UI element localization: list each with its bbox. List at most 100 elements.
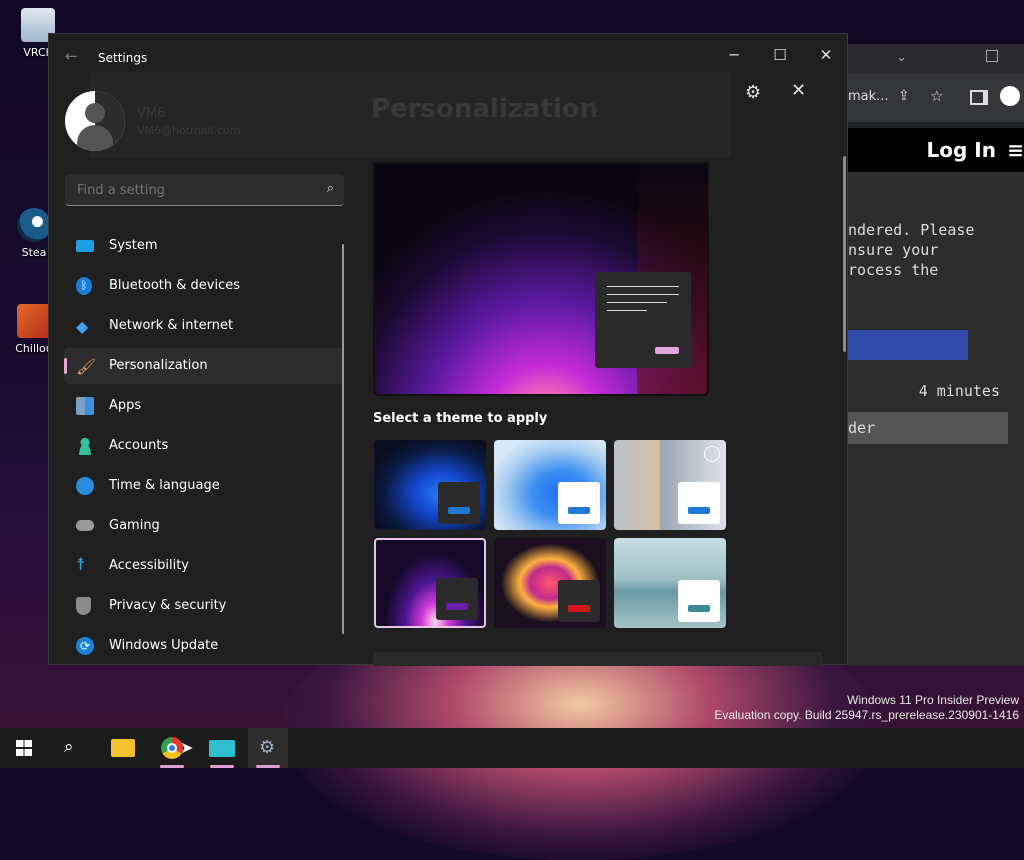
sidebar-item-label: Network & internet [109,318,234,333]
apps-icon [76,397,94,415]
sidebar-item-label: Accessibility [109,558,189,573]
sidebar-item-apps[interactable]: Apps [64,388,344,424]
address-bar[interactable]: mak... [848,89,889,104]
sidebar-item-privacy[interactable]: Privacy & security [64,588,344,624]
sidebar-item-label: Windows Update [109,638,219,653]
share-icon[interactable]: ⇪ [898,88,910,104]
sidebar-nav: System ᛒ Bluetooth & devices ◆ Network &… [64,228,344,668]
sidebar-item-windows-update[interactable]: ⟳ Windows Update [64,628,344,664]
sidebar-item-label: Personalization [109,358,208,373]
globe-clock-icon [76,477,94,495]
search-input[interactable] [75,182,309,199]
settings-window[interactable]: ← Settings ─ ☐ ✕ VM6 VM6@hotmail.com Per… [48,33,849,668]
sidebar-scrollbar[interactable] [342,244,344,634]
search-field[interactable]: ⌕ [65,174,344,206]
taskbar-search-button[interactable]: ⌕ [52,728,92,768]
system-icon [76,240,94,252]
sidebar-item-system[interactable]: System [64,228,344,264]
theme-tile-glow[interactable] [374,538,486,628]
theme-tile-windows-light[interactable] [494,440,606,530]
spotlight-icon [704,446,720,462]
sidebar-item-accessibility[interactable]: ☨ Accessibility [64,548,344,584]
taskbar-screen-app[interactable] [202,728,242,768]
file-explorer-icon [111,739,135,757]
search-icon: ⌕ [64,737,74,757]
chevron-down-icon[interactable]: ⌄ [896,50,907,65]
window-title: Settings [98,51,148,65]
close-icon[interactable]: ✕ [791,80,806,101]
close-button[interactable]: ✕ [803,40,849,70]
sidebar-item-label: Apps [109,398,142,413]
next-setting-card[interactable] [373,652,823,666]
mouse-cursor: ➤ [180,738,194,757]
update-icon: ⟳ [76,637,94,655]
browser-text: ndered. Please nsure your rocess the [848,220,1024,280]
theme-preview [373,162,709,396]
browser-tabbar: ⌄ [848,44,1024,74]
sidebar-item-label: Privacy & security [109,598,227,613]
site-header: Log In ≡ [848,128,1024,172]
text-line: nsure your [848,241,939,259]
content-scrollbar[interactable] [843,156,846,352]
wifi-icon: ◆ [76,317,89,336]
sidebar-item-label: Gaming [109,518,160,533]
avatar[interactable] [65,91,125,151]
sidebar-item-accounts[interactable]: Accounts [64,428,344,464]
page-title: Personalization [371,94,599,124]
login-link[interactable]: Log In [927,138,996,162]
sidebar-item-network[interactable]: ◆ Network & internet [64,308,344,344]
row-text: der [848,419,876,437]
time-remaining: 4 minutes [918,382,1000,400]
minimize-button[interactable]: ─ [711,40,757,70]
progress-bar [848,330,968,360]
user-name: VM6 [137,106,166,121]
desktop-icon-label: Stea [21,246,47,259]
back-arrow-icon[interactable]: ← [65,47,78,65]
list-row[interactable]: der [848,412,1008,444]
watermark-line: Evaluation copy. Build 25947.rs_prerelea… [714,708,1019,722]
sidebar-item-label: Time & language [109,478,220,493]
theme-tile-flow[interactable] [614,538,726,628]
menu-icon[interactable]: ≡ [1007,138,1024,162]
bluetooth-icon: ᛒ [76,277,92,295]
maximize-button[interactable]: ☐ [757,40,803,70]
accessibility-icon: ☨ [76,555,86,575]
start-button[interactable] [4,728,44,768]
gamepad-icon [76,520,94,531]
shield-icon [76,597,91,615]
maximize-icon[interactable] [986,50,998,62]
themes-heading: Select a theme to apply [373,411,548,426]
sidebar-item-label: Accounts [109,438,169,453]
browser-window[interactable]: ⌄ mak... ⇪ ☆ Log In ≡ ndered. Please nsu… [848,44,1024,666]
os-watermark: Windows 11 Pro Insider Preview Evaluatio… [714,693,1019,723]
profile-icon[interactable] [1000,86,1020,106]
browser-toolbar: mak... ⇪ ☆ [848,74,1024,122]
paintbrush-icon: 🖌 [76,357,97,376]
sidebar-item-bluetooth[interactable]: ᛒ Bluetooth & devices [64,268,344,304]
gear-icon[interactable]: ⚙ [745,82,761,103]
taskbar-file-explorer[interactable] [102,728,142,768]
sidebar-item-label: System [109,238,158,253]
sidebar-item-time-language[interactable]: Time & language [64,468,344,504]
text-line: rocess the [848,261,939,279]
screen-app-icon [209,740,235,757]
search-icon: ⌕ [326,181,334,196]
preview-window [595,272,691,368]
sidepanel-icon[interactable] [970,90,988,105]
browser-page: Log In ≡ ndered. Please nsure your roces… [848,128,1024,666]
star-icon[interactable]: ☆ [930,87,943,105]
text-line: ndered. Please [848,221,975,239]
sidebar-item-personalization[interactable]: 🖌 Personalization [64,348,344,384]
accounts-icon [76,437,94,455]
sidebar-item-label: Bluetooth & devices [109,278,240,293]
app-shortcut-icon [17,304,51,338]
settings-icon: ⚙ [259,737,276,758]
theme-tile-spotlight[interactable] [614,440,726,530]
theme-tile-captured-motion[interactable] [494,538,606,628]
sidebar-item-gaming[interactable]: Gaming [64,508,344,544]
theme-tile-windows-dark[interactable] [374,440,486,530]
steam-icon [17,208,51,242]
taskbar-settings[interactable]: ⚙ [248,728,288,768]
user-email: VM6@hotmail.com [137,124,241,137]
taskbar: ⌕ ⚙ ➤ [0,728,1024,768]
